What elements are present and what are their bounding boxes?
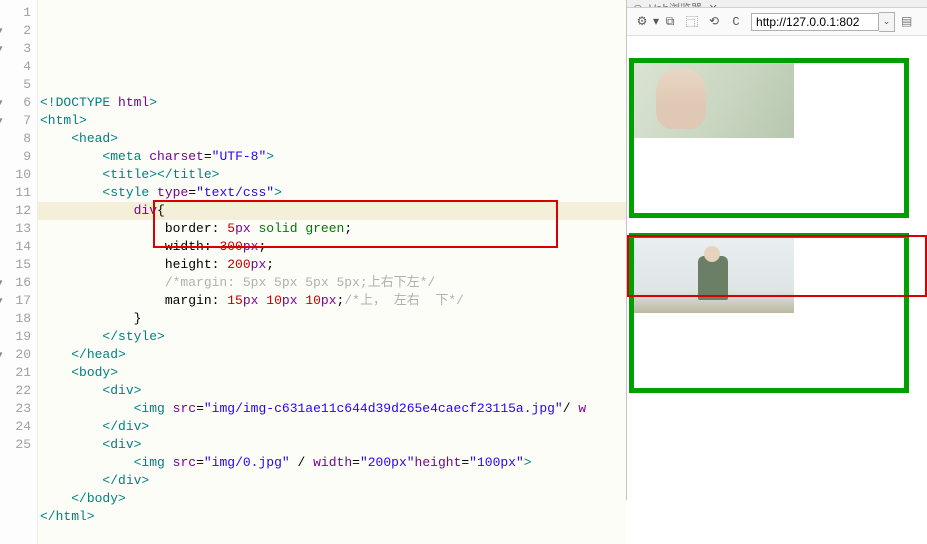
line-number: 25 xyxy=(0,436,37,454)
window-icon[interactable]: ⿹ xyxy=(684,14,700,30)
code-line[interactable]: </div> xyxy=(38,472,626,490)
line-number: 4 xyxy=(0,58,37,76)
code-line[interactable]: border: 5px solid green; xyxy=(38,220,626,238)
line-number: 23 xyxy=(0,400,37,418)
line-number: 12 xyxy=(0,202,37,220)
line-number: 11 xyxy=(0,184,37,202)
refresh-icon[interactable]: C xyxy=(728,14,744,30)
code-line[interactable]: <!DOCTYPE html> xyxy=(38,94,626,112)
line-number: 5 xyxy=(0,76,37,94)
code-line[interactable]: <div> xyxy=(38,436,626,454)
code-line[interactable]: <div> xyxy=(38,382,626,400)
line-number-gutter: 1234567891011121314151617181920212223242… xyxy=(0,0,38,544)
code-line[interactable]: <body> xyxy=(38,364,626,382)
code-line[interactable]: <style type="text/css"> xyxy=(38,184,626,202)
rendered-div-2 xyxy=(629,233,909,393)
code-line[interactable]: </div> xyxy=(38,418,626,436)
browser-viewport xyxy=(627,36,927,500)
grid-icon[interactable]: ▤ xyxy=(901,14,916,29)
code-line[interactable]: </style> xyxy=(38,328,626,346)
line-number: 10 xyxy=(0,166,37,184)
line-number: 15 xyxy=(0,256,37,274)
line-number: 8 xyxy=(0,130,37,148)
web-browser-pane: ◎ Web浏览器 ✕ ⚙▾ ⧉ ⿹ ⟲ C ⌄ ▤ xyxy=(627,0,927,500)
code-line[interactable]: <title></title> xyxy=(38,166,626,184)
code-line[interactable]: } xyxy=(38,310,626,328)
rendered-image-2 xyxy=(634,238,794,313)
code-area[interactable]: 1234567891011121314151617181920212223242… xyxy=(0,0,626,544)
line-number: 13 xyxy=(0,220,37,238)
line-number: 24 xyxy=(0,418,37,436)
line-number: 2 xyxy=(0,22,37,40)
back-icon[interactable]: ⟲ xyxy=(706,14,722,30)
line-number: 17 xyxy=(0,292,37,310)
line-number: 16 xyxy=(0,274,37,292)
code-line[interactable]: </body> xyxy=(38,490,626,508)
url-input[interactable] xyxy=(751,13,879,31)
browser-toolbar: ⚙▾ ⧉ ⿹ ⟲ C ⌄ ▤ xyxy=(627,8,927,36)
code-line[interactable]: /*margin: 5px 5px 5px 5px;上右下左*/ xyxy=(38,274,626,292)
code-line[interactable]: <head> xyxy=(38,130,626,148)
line-number: 9 xyxy=(0,148,37,166)
code-lines[interactable]: <!DOCTYPE html><html> <head> <meta chars… xyxy=(38,0,626,544)
line-number: 18 xyxy=(0,310,37,328)
code-line[interactable] xyxy=(38,526,626,544)
line-number: 14 xyxy=(0,238,37,256)
code-line[interactable]: </html> xyxy=(38,508,626,526)
code-line[interactable]: </head> xyxy=(38,346,626,364)
box-icon[interactable]: ⧉ xyxy=(662,14,678,30)
line-number: 6 xyxy=(0,94,37,112)
code-line[interactable]: <img src="img/0.jpg" / width="200px"heig… xyxy=(38,454,626,472)
line-number: 7 xyxy=(0,112,37,130)
line-number: 1 xyxy=(0,4,37,22)
line-number: 22 xyxy=(0,382,37,400)
code-editor-pane: ◎list.style.html◎font-awesome.css◎盒子模型.h… xyxy=(0,0,627,500)
code-line[interactable]: <html> xyxy=(38,112,626,130)
code-line[interactable]: <meta charset="UTF-8"> xyxy=(38,148,626,166)
gear-icon[interactable]: ⚙ xyxy=(634,14,650,30)
line-number: 19 xyxy=(0,328,37,346)
code-line[interactable]: margin: 15px 10px 10px;/*上， 左右 下*/ xyxy=(38,292,626,310)
line-number: 20 xyxy=(0,346,37,364)
code-line[interactable]: width: 300px; xyxy=(38,238,626,256)
rendered-div-1 xyxy=(629,58,909,218)
url-dropdown-button[interactable]: ⌄ xyxy=(879,12,895,32)
browser-view-title: ◎ Web浏览器 ✕ xyxy=(627,0,927,8)
rendered-image-1 xyxy=(634,63,794,138)
line-number: 21 xyxy=(0,364,37,382)
code-line[interactable]: div{ xyxy=(38,202,626,220)
code-line[interactable]: height: 200px; xyxy=(38,256,626,274)
code-line[interactable]: <img src="img/img-c631ae11c644d39d265e4c… xyxy=(38,400,626,418)
line-number: 3 xyxy=(0,40,37,58)
